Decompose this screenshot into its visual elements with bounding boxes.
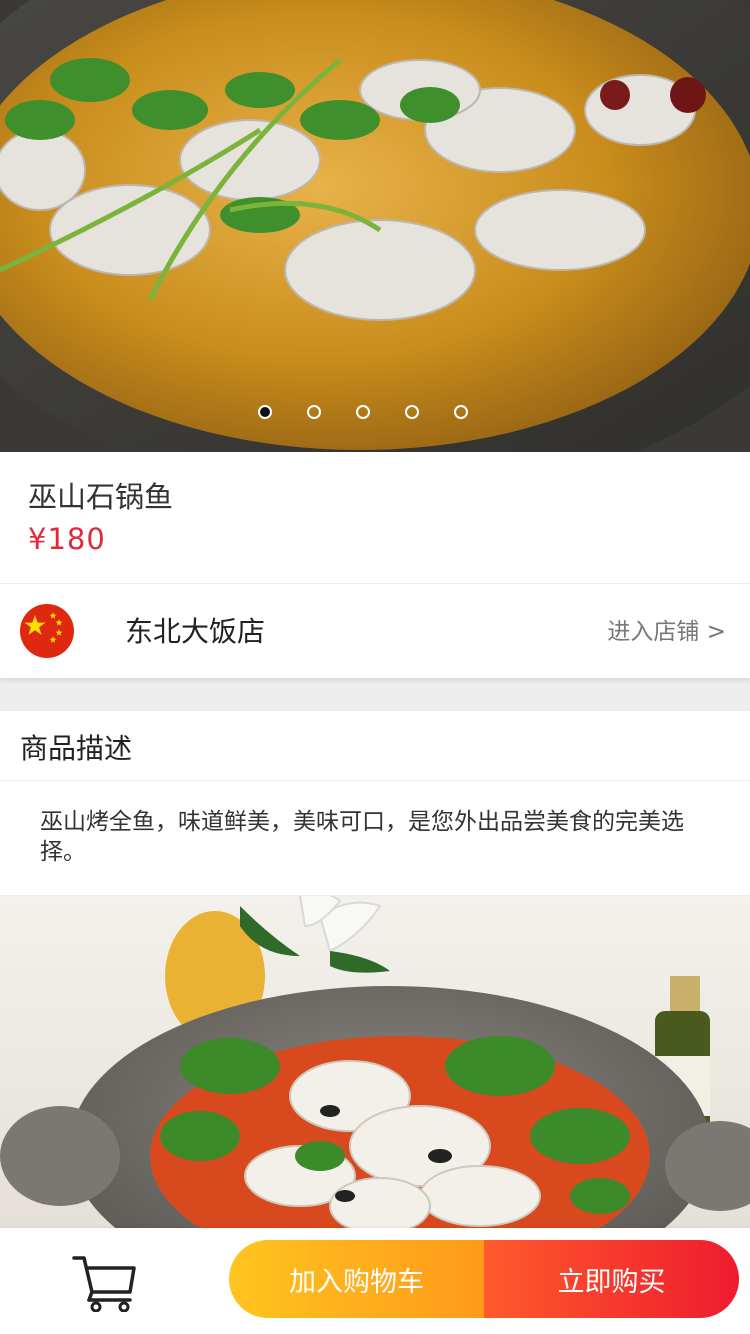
carousel-dot[interactable] (405, 405, 419, 419)
carousel-dot[interactable] (454, 405, 468, 419)
description-text: 巫山烤全鱼，味道鲜美，美味可口，是您外出品尝美食的完美选择。 (40, 809, 684, 865)
product-name: 巫山石锅鱼 (28, 480, 174, 514)
description-title: 商品描述 (20, 732, 133, 765)
product-info-card: 巫山石锅鱼 ¥180 东北大饭店 进入店铺 > (0, 452, 750, 678)
carousel-dot-active[interactable] (258, 405, 272, 419)
carousel-dot[interactable] (307, 405, 321, 419)
carousel-indicator (258, 405, 468, 419)
purchase-actions: 加入购物车 立即购买 (229, 1240, 739, 1318)
shopping-cart-icon[interactable] (70, 1252, 140, 1313)
shop-row[interactable]: 东北大饭店 进入店铺 > (0, 584, 750, 678)
stone-pot-fish-photo (0, 0, 750, 452)
product-detail-photo (0, 896, 750, 1236)
shop-name: 东北大饭店 (125, 615, 266, 648)
add-to-cart-button[interactable]: 加入购物车 (229, 1240, 484, 1318)
bottom-action-bar: 加入购物车 立即购买 (0, 1228, 750, 1334)
product-price: ¥180 (28, 522, 106, 556)
product-image-carousel[interactable] (0, 0, 750, 452)
divider (0, 780, 750, 781)
buy-now-button[interactable]: 立即购买 (484, 1240, 739, 1318)
china-flag-icon (20, 604, 74, 658)
carousel-dot[interactable] (356, 405, 370, 419)
product-description-card: 商品描述 巫山烤全鱼，味道鲜美，美味可口，是您外出品尝美食的完美选择。 (0, 711, 750, 895)
enter-shop-link[interactable]: 进入店铺 > (607, 612, 726, 646)
